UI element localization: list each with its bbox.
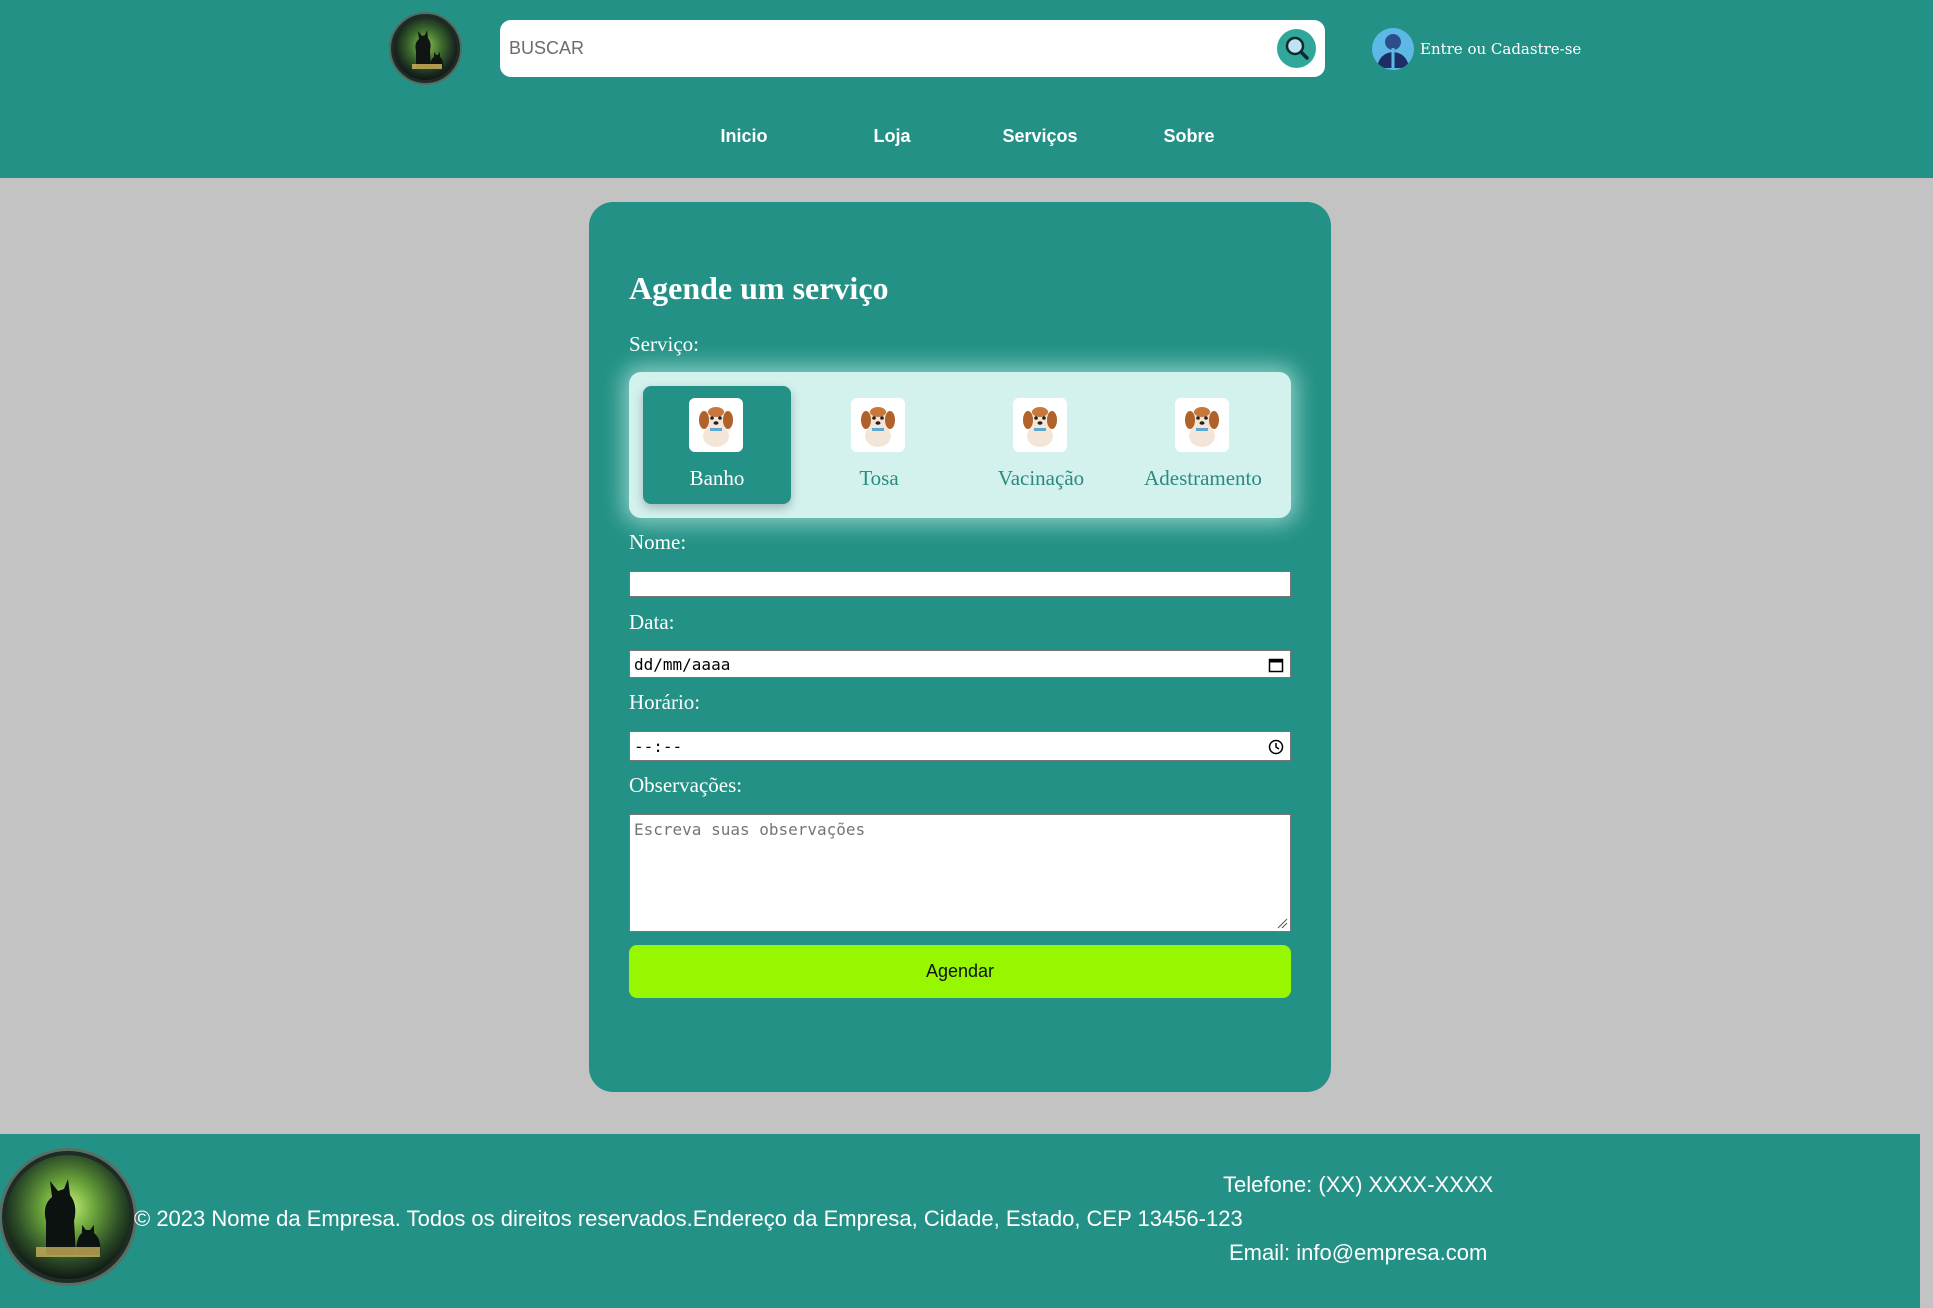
- submit-button[interactable]: Agendar: [629, 945, 1291, 998]
- notes-label: Observações:: [629, 773, 743, 797]
- nav-inicio[interactable]: Inicio: [684, 126, 804, 147]
- service-label-banho: Banho: [689, 466, 745, 490]
- footer-copyright: © 2023 Nome da Empresa. Todos os direito…: [134, 1206, 1243, 1231]
- time-field[interactable]: --:--: [629, 731, 1291, 761]
- service-option-banho[interactable]: Banho: [643, 386, 791, 504]
- booking-card: Agende um serviço Serviço: Banho Tosa Va…: [589, 202, 1331, 1092]
- date-field[interactable]: dd/mm/aaaa: [629, 650, 1291, 678]
- service-label-vacinacao: Vacinação: [997, 466, 1085, 490]
- search-icon: [1285, 36, 1309, 60]
- login-link[interactable]: Entre ou Cadastre-se: [1372, 28, 1581, 70]
- nav-sobre[interactable]: Sobre: [1129, 126, 1249, 147]
- service-option-vacinacao[interactable]: Vacinação: [967, 386, 1115, 504]
- service-selector: Banho Tosa Vacinação Adestramento: [629, 372, 1291, 518]
- name-field[interactable]: [629, 571, 1291, 597]
- login-label: Entre ou Cadastre-se: [1420, 40, 1582, 58]
- nav-servicos[interactable]: Serviços: [980, 126, 1100, 147]
- site-header: BUSCAR Entre ou Cadastre-se Inicio Loja …: [0, 0, 1933, 178]
- time-label: Horário:: [629, 690, 701, 714]
- clock-icon[interactable]: [1268, 739, 1284, 755]
- service-label-adestramento: Adestramento: [1144, 466, 1262, 490]
- nav-loja[interactable]: Loja: [832, 126, 952, 147]
- dog-icon: [851, 398, 905, 452]
- user-avatar-icon: [1372, 28, 1414, 70]
- date-value: dd/mm/aaaa: [634, 655, 731, 674]
- service-label-tosa: Tosa: [859, 466, 899, 490]
- service-label: Serviço:: [629, 332, 699, 356]
- footer-phone: Telefone: (XX) XXXX-XXXX: [1223, 1172, 1494, 1197]
- time-value: --:--: [634, 737, 683, 756]
- service-option-adestramento[interactable]: Adestramento: [1129, 386, 1277, 504]
- site-footer: Telefone: (XX) XXXX-XXXX © 2023 Nome da …: [0, 1134, 1920, 1308]
- resize-handle-icon[interactable]: [1276, 917, 1288, 929]
- dog-icon: [1013, 398, 1067, 452]
- dog-icon: [1175, 398, 1229, 452]
- service-option-tosa[interactable]: Tosa: [805, 386, 953, 504]
- notes-placeholder: Escreva suas observações: [634, 820, 866, 839]
- calendar-icon[interactable]: [1268, 657, 1284, 673]
- main-nav: Inicio Loja Serviços Sobre: [0, 126, 1933, 148]
- dog-icon: [689, 398, 743, 452]
- footer-logo: [2, 1151, 134, 1283]
- name-label: Nome:: [629, 530, 687, 554]
- notes-textarea[interactable]: Escreva suas observações: [629, 814, 1291, 932]
- footer-email[interactable]: Email: info@empresa.com: [1229, 1240, 1487, 1266]
- search-input[interactable]: BUSCAR: [509, 38, 584, 59]
- brand-logo[interactable]: [391, 14, 460, 83]
- search-button[interactable]: [1277, 29, 1316, 68]
- search-bar[interactable]: BUSCAR: [500, 20, 1325, 77]
- date-label: Data:: [629, 610, 675, 634]
- page-title: Agende um serviço: [629, 270, 889, 306]
